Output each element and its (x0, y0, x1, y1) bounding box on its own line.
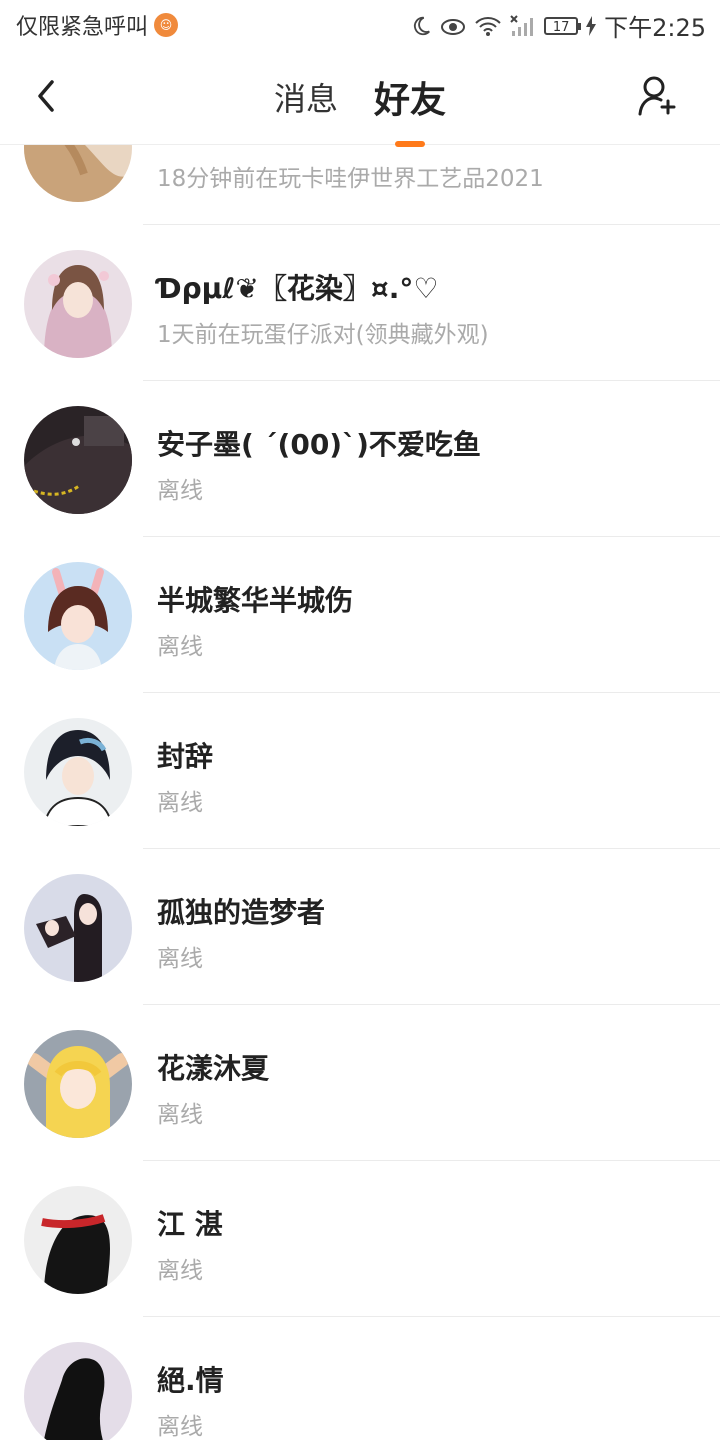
status-bar-right: 17 下午2:25 (410, 8, 706, 43)
friend-item[interactable]: 江 湛 离线 (0, 1161, 720, 1317)
avatar (24, 1186, 132, 1294)
wifi-icon (475, 16, 501, 36)
tab-messages-label: 消息 (273, 80, 338, 118)
avatar (24, 718, 132, 826)
tab-bar: 消息 好友 (0, 50, 720, 147)
friend-status: 离线 (157, 1414, 203, 1440)
friend-status: 1天前在玩蛋仔派对(领典藏外观) (157, 322, 489, 348)
top-nav: 消息 好友 (0, 50, 720, 147)
avatar (24, 1342, 132, 1440)
friend-name: 半城繁华半城伤 (157, 584, 354, 617)
avatar (24, 406, 132, 514)
friend-name: 絕.情 (157, 1364, 224, 1397)
status-bar-left: 仅限紧急呼叫 ☺ (16, 9, 179, 41)
friend-status: 离线 (157, 634, 203, 660)
friend-status: 离线 (157, 478, 203, 504)
friend-name: Ɗρμℓ❦〖花染〗¤.°♡ (157, 272, 439, 305)
carrier-logo-icon: ☺ (154, 13, 179, 37)
avatar (24, 874, 132, 982)
eye-icon (441, 18, 466, 35)
friend-name: 江 湛 (157, 1208, 223, 1241)
friend-item[interactable]: 孤独的造梦者 离线 (0, 849, 720, 1005)
friend-status: 离线 (157, 1102, 203, 1128)
friend-item[interactable]: 封辞 离线 (0, 693, 720, 849)
charging-icon (586, 15, 597, 36)
avatar (24, 1030, 132, 1138)
signal-icon (510, 14, 534, 36)
avatar (24, 250, 132, 358)
avatar (24, 145, 132, 202)
add-friend-button[interactable] (634, 72, 682, 120)
friend-item[interactable]: Ɗρμℓ❦〖花染〗¤.°♡ 1天前在玩蛋仔派对(领典藏外观) (0, 225, 720, 381)
status-time: 下午2:25 (604, 14, 706, 42)
friend-list[interactable]: 18分钟前在玩卡哇伊世界工艺品2021 Ɗρμℓ❦〖花染〗¤.°♡ 1天前在玩蛋… (0, 145, 720, 1440)
add-user-icon (638, 76, 676, 116)
friend-name: 孤独的造梦者 (157, 896, 326, 929)
friend-status: 离线 (157, 946, 203, 972)
tab-messages[interactable]: 消息 (272, 74, 340, 120)
friend-list-content: 18分钟前在玩卡哇伊世界工艺品2021 Ɗρμℓ❦〖花染〗¤.°♡ 1天前在玩蛋… (0, 145, 720, 1440)
tab-friends-label: 好友 (374, 80, 447, 121)
friend-status: 18分钟前在玩卡哇伊世界工艺品2021 (157, 166, 544, 192)
friend-item[interactable]: 安子墨( ´(00)`)不爱吃鱼 离线 (0, 381, 720, 537)
friend-name: 安子墨( ´(00)`)不爱吃鱼 (157, 428, 481, 461)
battery-indicator: 17 (544, 16, 582, 35)
friend-item[interactable]: 18分钟前在玩卡哇伊世界工艺品2021 (0, 145, 720, 225)
avatar (24, 562, 132, 670)
friend-status: 离线 (157, 1258, 203, 1284)
tab-friends[interactable]: 好友 (372, 71, 448, 147)
carrier-text: 仅限紧急呼叫 (16, 15, 149, 40)
friend-name: 封辞 (157, 740, 214, 773)
friend-item[interactable]: 絕.情 离线 (0, 1317, 720, 1440)
friend-name: 花漾沐夏 (157, 1052, 270, 1085)
friend-status: 离线 (157, 790, 203, 816)
status-bar: 仅限紧急呼叫 ☺ 17 下午2:25 (0, 0, 720, 50)
friend-item[interactable]: 半城繁华半城伤 离线 (0, 537, 720, 693)
moon-icon (414, 16, 431, 35)
friend-item[interactable]: 花漾沐夏 离线 (0, 1005, 720, 1161)
